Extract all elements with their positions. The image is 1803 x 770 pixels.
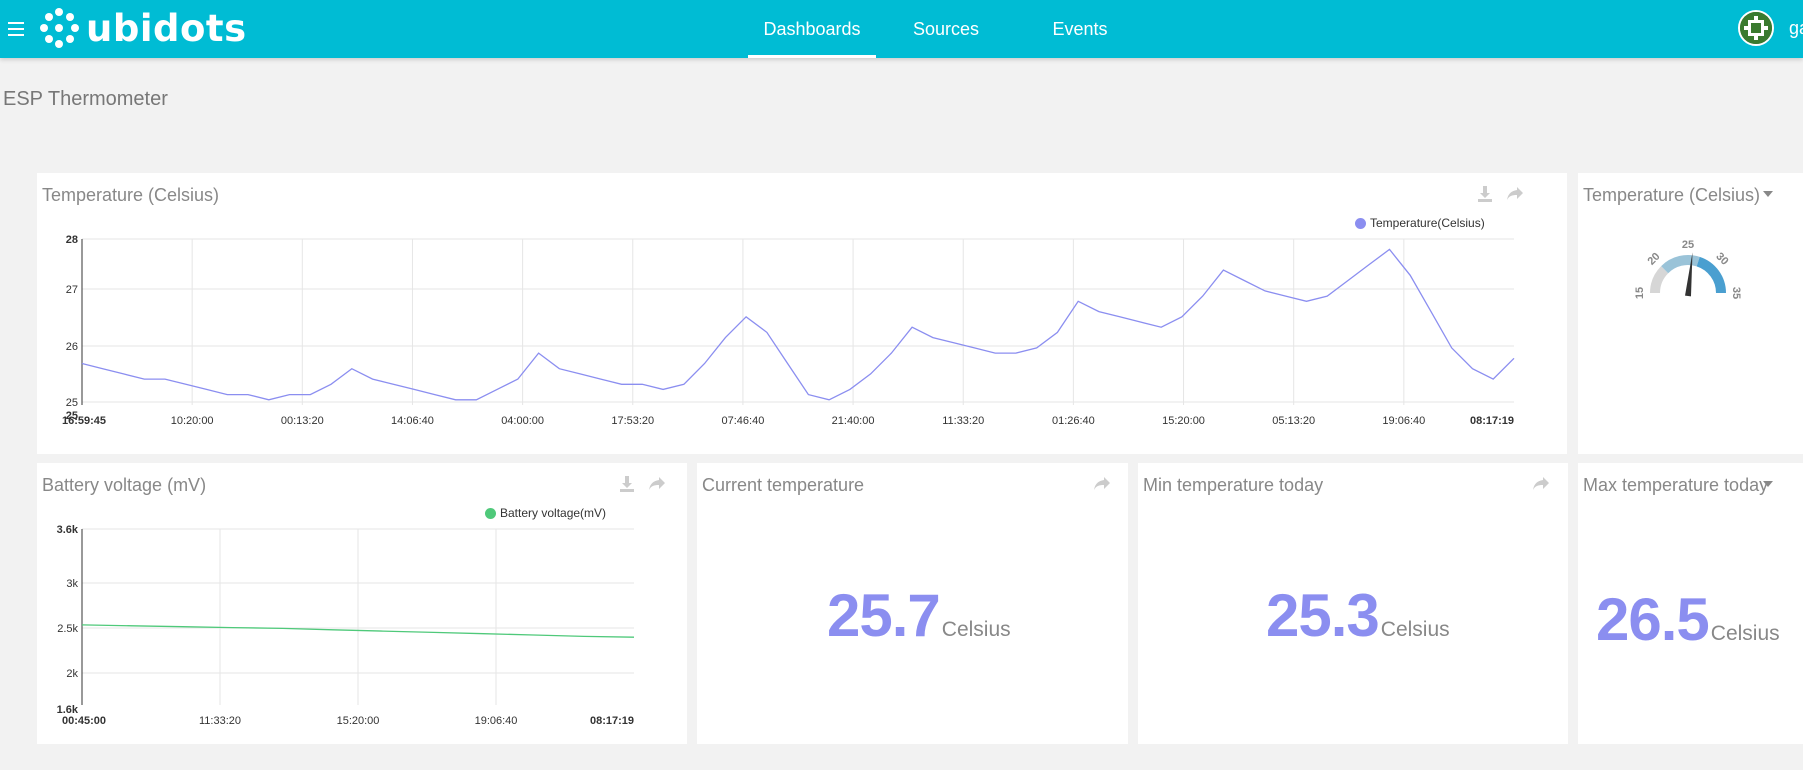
logo-dots-icon	[38, 7, 80, 49]
metric-unit: Celsius	[1710, 622, 1780, 645]
x-tick-label: 10:20:00	[171, 415, 214, 427]
x-tick-label: 01:26:40	[1052, 415, 1095, 427]
gauge-tick-label: 30	[1713, 251, 1730, 268]
metric-display: 25.7 Celsius	[827, 581, 1011, 650]
y-tick-label: 2k	[66, 668, 78, 680]
x-tick-label: 08:17:19	[1470, 415, 1514, 427]
brand-name: ubidots	[86, 6, 247, 50]
current-temperature-widget: Current temperature 25.7 Celsius	[697, 463, 1128, 744]
gauge-band-low	[1650, 266, 1669, 294]
series-line	[81, 248, 1515, 401]
nav-sources[interactable]: Sources	[876, 0, 1016, 58]
metric-value: 25.7	[827, 582, 941, 649]
gauge-tick-label: 25	[1682, 239, 1694, 251]
widget-title: Max temperature today	[1583, 475, 1769, 495]
brand-logo[interactable]: ubidots	[38, 6, 247, 50]
x-tick-label: 00:45:00	[62, 715, 106, 727]
y-tick-label: 3k	[66, 578, 78, 590]
metric-unit: Celsius	[1380, 618, 1450, 641]
dropdown-caret-icon[interactable]	[1761, 477, 1781, 497]
metric-value: 26.5	[1596, 586, 1710, 653]
gauge-band-mid	[1661, 255, 1700, 274]
x-tick-label: 19:06:40	[475, 715, 518, 727]
y-tick-label: 25	[66, 397, 78, 409]
share-icon[interactable]	[1092, 474, 1112, 494]
widget-title: Min temperature today	[1143, 475, 1324, 495]
gauge-tick-label: 35	[1730, 287, 1742, 299]
main-nav: Dashboards Sources Events	[748, 0, 1144, 58]
y-tick-label: 26	[66, 341, 78, 353]
min-temperature-widget: Min temperature today 25.3 Celsius	[1138, 463, 1568, 744]
max-temperature-widget: Max temperature today 26.5 Celsius	[1578, 463, 1803, 744]
temperature-chart-plot: 282726252516:59:45 10:20:00 00:13:20 14:06:…	[62, 234, 1515, 427]
y-tick-label: 28	[66, 234, 78, 246]
metric-unit: Celsius	[941, 618, 1011, 641]
gauge-tick-label: 15	[1634, 287, 1646, 299]
battery-chart-plot: 3.6k3k2.5k2k1.6k00:45:00 11:33:20 15:20:00…	[57, 524, 635, 727]
battery-chart-widget: Battery voltage (mV) Battery voltage(mV)…	[37, 463, 687, 744]
y-tick-label: 2.5k	[57, 623, 78, 635]
x-tick-label: 14:06:40	[391, 415, 434, 427]
widget-title: Temperature (Celsius)	[1583, 185, 1761, 205]
x-tick-label: 15:20:00	[1162, 415, 1205, 427]
x-tick-label: 11:33:20	[199, 715, 241, 727]
x-tick-label: 19:06:40	[1382, 415, 1425, 427]
y-tick-label: 27	[66, 284, 78, 296]
dropdown-caret-icon[interactable]	[1761, 187, 1781, 207]
avatar-pattern-icon	[1740, 12, 1772, 44]
share-icon[interactable]	[1531, 474, 1551, 494]
nav-dashboards[interactable]: Dashboards	[748, 0, 876, 58]
x-tick-label: 04:00:00	[501, 415, 544, 427]
page-title: ESP Thermometer	[3, 88, 168, 110]
user-avatar[interactable]	[1738, 10, 1774, 46]
widget-title: Current temperature	[702, 475, 865, 495]
metric-display: 26.5 Celsius	[1596, 585, 1780, 654]
x-tick-label: 08:17:19	[590, 715, 634, 727]
gauge-band-high	[1696, 256, 1726, 294]
x-tick-label: 15:20:00	[337, 715, 380, 727]
x-tick-label: 16:59:45	[62, 415, 106, 427]
metric-display: 25.3 Celsius	[1266, 581, 1450, 650]
x-tick-label: 11:33:20	[942, 415, 984, 427]
x-tick-label: 00:13:20	[281, 415, 324, 427]
temperature-gauge-widget: Temperature (Celsius) 15 20 25 30 35	[1578, 173, 1803, 454]
x-tick-label: 17:53:20	[611, 415, 654, 427]
gauge-tick-label: 20	[1645, 251, 1662, 268]
x-tick-label: 05:13:20	[1272, 415, 1315, 427]
nav-events[interactable]: Events	[1016, 0, 1144, 58]
x-tick-label: 07:46:40	[722, 415, 765, 427]
top-navbar: ubidots Dashboards Sources Events ga	[0, 0, 1803, 58]
user-name[interactable]: ga	[1789, 18, 1803, 39]
y-tick-label: 3.6k	[57, 524, 79, 536]
gauge-dial: 15 20 25 30 35	[1634, 239, 1742, 299]
menu-icon[interactable]	[8, 22, 24, 36]
metric-value: 25.3	[1266, 582, 1380, 649]
x-tick-label: 21:40:00	[832, 415, 875, 427]
temperature-chart-widget: Temperature (Celsius) Temperature(Celsiu…	[37, 173, 1567, 454]
